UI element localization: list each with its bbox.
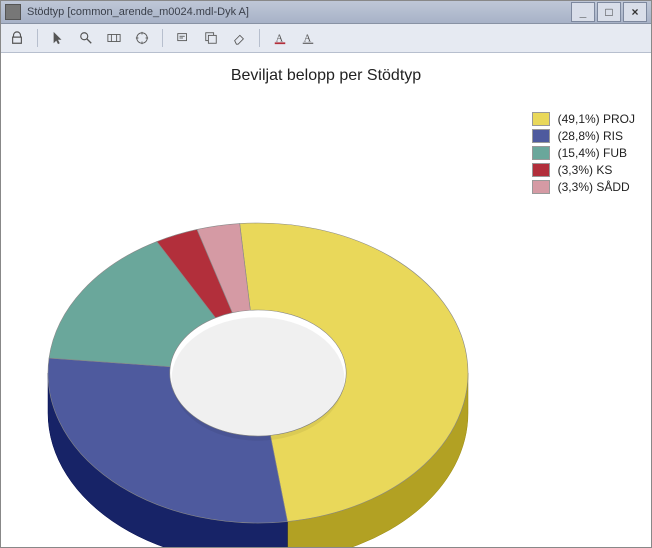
legend-swatch <box>532 112 550 126</box>
legend-item: (28,8%) RIS <box>532 129 635 143</box>
legend-label: (15,4%) FUB <box>558 146 627 160</box>
chart-title: Beviljat belopp per Stödtyp <box>1 67 651 85</box>
toolbar-separator <box>162 29 163 47</box>
lock-icon[interactable] <box>7 28 27 48</box>
app-window: Stödtyp [common_arende_m0024.mdl-Dyk A] … <box>0 0 652 548</box>
legend: (49,1%) PROJ (28,8%) RIS (15,4%) FUB (3,… <box>532 109 635 197</box>
legend-label: (28,8%) RIS <box>558 129 623 143</box>
minimize-button[interactable]: _ <box>571 2 595 22</box>
window-title: Stödtyp [common_arende_m0024.mdl-Dyk A] <box>27 6 571 18</box>
eraser-icon[interactable] <box>229 28 249 48</box>
magnify-icon[interactable] <box>76 28 96 48</box>
legend-label: (49,1%) PROJ <box>558 112 635 126</box>
font-color-icon[interactable]: A <box>270 28 290 48</box>
legend-item: (3,3%) SÅDD <box>532 180 635 194</box>
donut-chart <box>23 203 493 547</box>
legend-swatch <box>532 180 550 194</box>
close-button[interactable]: × <box>623 2 647 22</box>
data-label-icon[interactable] <box>104 28 124 48</box>
legend-label: (3,3%) SÅDD <box>558 180 630 194</box>
font-underline-icon[interactable]: A <box>298 28 318 48</box>
titlebar: Stödtyp [common_arende_m0024.mdl-Dyk A] … <box>1 1 651 24</box>
app-icon <box>5 4 21 20</box>
toolbar: A A <box>1 24 651 53</box>
note-icon[interactable] <box>173 28 193 48</box>
window-buttons: _ □ × <box>571 2 647 22</box>
legend-swatch <box>532 129 550 143</box>
legend-item: (3,3%) KS <box>532 163 635 177</box>
legend-swatch <box>532 163 550 177</box>
toolbar-separator <box>37 29 38 47</box>
legend-item: (15,4%) FUB <box>532 146 635 160</box>
chart-area: Beviljat belopp per Stödtyp (49,1%) PROJ… <box>1 53 651 547</box>
toolbar-separator <box>259 29 260 47</box>
maximize-button[interactable]: □ <box>597 2 621 22</box>
legend-label: (3,3%) KS <box>558 163 613 177</box>
legend-swatch <box>532 146 550 160</box>
legend-item: (49,1%) PROJ <box>532 112 635 126</box>
target-icon[interactable] <box>132 28 152 48</box>
cursor-icon[interactable] <box>48 28 68 48</box>
layers-icon[interactable] <box>201 28 221 48</box>
